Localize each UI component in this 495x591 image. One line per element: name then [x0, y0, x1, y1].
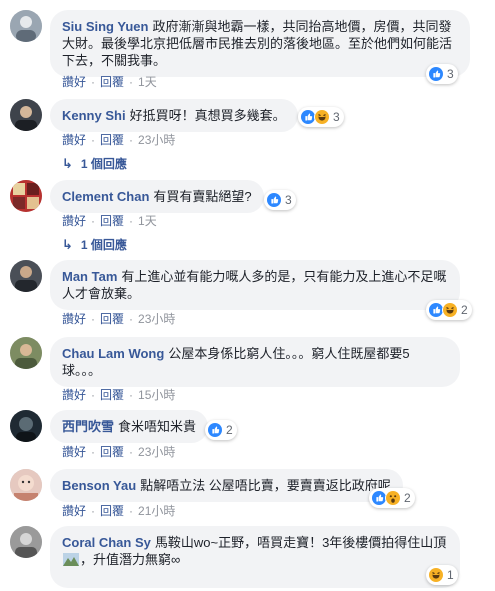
timestamp[interactable]: 21小時: [138, 502, 175, 519]
timestamp[interactable]: 23小時: [138, 131, 175, 148]
comment-text-continued: ，升值潛力無窮∞: [80, 552, 181, 567]
avatar[interactable]: [10, 10, 42, 42]
comment-actions: 讚好 · 回覆 · 1天: [62, 212, 157, 229]
reply-link[interactable]: 回覆: [100, 443, 124, 460]
comment-bubble: Man Tam 有上進心並有能力嘅人多的是，只有能力及上進心不足嘅人才會放棄。: [50, 260, 460, 310]
avatar[interactable]: [10, 469, 42, 501]
comment-text: 食米唔知米貴: [118, 419, 197, 434]
like-link[interactable]: 讚好: [62, 212, 86, 229]
reply-link[interactable]: 回覆: [100, 386, 124, 403]
wow-icon: [385, 490, 401, 506]
reply-link[interactable]: 回覆: [100, 502, 124, 519]
mountain-emoji-icon: [63, 553, 79, 566]
like-link[interactable]: 讚好: [62, 73, 86, 90]
reaction-count: 3: [333, 110, 340, 124]
comment-actions: 讚好 · 回覆 · 1天: [62, 73, 157, 90]
reply-link[interactable]: 回覆: [100, 131, 124, 148]
like-icon: [428, 66, 444, 82]
comment-bubble: 西門吹雪 食米唔知米貴: [50, 410, 209, 443]
comment-author[interactable]: 西門吹雪: [62, 419, 114, 434]
avatar[interactable]: [10, 260, 42, 292]
avatar[interactable]: [10, 526, 42, 558]
comment-author[interactable]: Clement Chan: [62, 189, 149, 204]
reaction-count: 2: [226, 423, 233, 437]
timestamp[interactable]: 1天: [138, 212, 157, 229]
comment-actions: 讚好 · 回覆 · 23小時: [62, 310, 176, 327]
timestamp[interactable]: 23小時: [138, 443, 175, 460]
reply-link[interactable]: 回覆: [100, 73, 124, 90]
avatar[interactable]: [10, 337, 42, 369]
comment-bubble: Kenny Shi 好抵買呀！真想買多幾套。: [50, 99, 298, 132]
comment-actions: 讚好 · 回覆 · 23小時: [62, 443, 176, 460]
haha-icon: [428, 567, 444, 583]
view-replies-link[interactable]: ↳ 1 個回應: [62, 155, 127, 172]
timestamp[interactable]: 23小時: [138, 310, 175, 327]
view-replies-link[interactable]: ↳ 1 個回應: [62, 236, 127, 253]
timestamp[interactable]: 1天: [138, 73, 157, 90]
reply-arrow-icon: ↳: [62, 155, 73, 171]
replies-count[interactable]: 1 個回應: [81, 236, 127, 253]
comment-text: 點解唔立法 公屋唔比賣，要賣賣返比政府呢: [140, 478, 391, 493]
reply-link[interactable]: 回覆: [100, 212, 124, 229]
comment-author[interactable]: Siu Sing Yuen: [62, 19, 148, 34]
like-link[interactable]: 讚好: [62, 386, 86, 403]
comment-author[interactable]: Benson Yau: [62, 478, 136, 493]
comment-text: 有買有賣點絕望?: [153, 189, 252, 204]
reaction-count: 2: [404, 491, 411, 505]
comment-actions: 讚好 · 回覆 · 21小時: [62, 502, 176, 519]
reaction-summary[interactable]: 1: [426, 565, 458, 585]
comment-actions: 讚好 · 回覆 · 15小時: [62, 386, 176, 403]
timestamp[interactable]: 15小時: [138, 386, 175, 403]
like-link[interactable]: 讚好: [62, 310, 86, 327]
like-link[interactable]: 讚好: [62, 502, 86, 519]
reaction-count: 3: [285, 193, 292, 207]
comment-bubble: Benson Yau 點解唔立法 公屋唔比賣，要賣賣返比政府呢: [50, 469, 403, 502]
comment-author[interactable]: Coral Chan Sy: [62, 535, 151, 550]
comment-text: 有上進心並有能力嘅人多的是，只有能力及上進心不足嘅人才會放棄。: [62, 269, 447, 301]
comment-text: 馬鞍山wo~正野，唔買走寶！3年後樓價拍得住山頂: [154, 535, 447, 550]
like-link[interactable]: 讚好: [62, 131, 86, 148]
avatar[interactable]: [10, 410, 42, 442]
comment-actions: 讚好 · 回覆 · 23小時: [62, 131, 176, 148]
reaction-summary[interactable]: 2: [426, 300, 472, 320]
reaction-count: 2: [461, 303, 468, 317]
like-icon: [266, 192, 282, 208]
comment-bubble: Siu Sing Yuen 政府漸漸與地霸一樣，共同抬高地價，房價，共同發大財。最…: [50, 10, 470, 77]
replies-count[interactable]: 1 個回應: [81, 155, 127, 172]
reaction-summary[interactable]: 3: [298, 107, 344, 127]
comment-author[interactable]: Man Tam: [62, 269, 117, 284]
reply-link[interactable]: 回覆: [100, 310, 124, 327]
like-icon: [207, 422, 223, 438]
reply-arrow-icon: ↳: [62, 236, 73, 252]
like-link[interactable]: 讚好: [62, 443, 86, 460]
comment-bubble: Clement Chan 有買有賣點絕望?: [50, 180, 264, 213]
comment-author[interactable]: Kenny Shi: [62, 108, 126, 123]
haha-icon: [314, 109, 330, 125]
reaction-summary[interactable]: 3: [264, 190, 296, 210]
comment-bubble: Coral Chan Sy 馬鞍山wo~正野，唔買走寶！3年後樓價拍得住山頂 ，升值…: [50, 526, 460, 588]
reaction-count: 3: [447, 67, 454, 81]
comment-text: 好抵買呀！真想買多幾套。: [129, 108, 286, 123]
reaction-summary[interactable]: 2: [369, 488, 415, 508]
avatar[interactable]: [10, 180, 42, 212]
avatar[interactable]: [10, 99, 42, 131]
haha-icon: [442, 302, 458, 318]
comment-bubble: Chau Lam Wong 公屋本身係比窮人住。。。窮人住既屋都要5球。。。: [50, 337, 460, 387]
reaction-summary[interactable]: 3: [426, 64, 458, 84]
reaction-count: 1: [447, 568, 454, 582]
reaction-summary[interactable]: 2: [205, 420, 237, 440]
comment-author[interactable]: Chau Lam Wong: [62, 346, 164, 361]
